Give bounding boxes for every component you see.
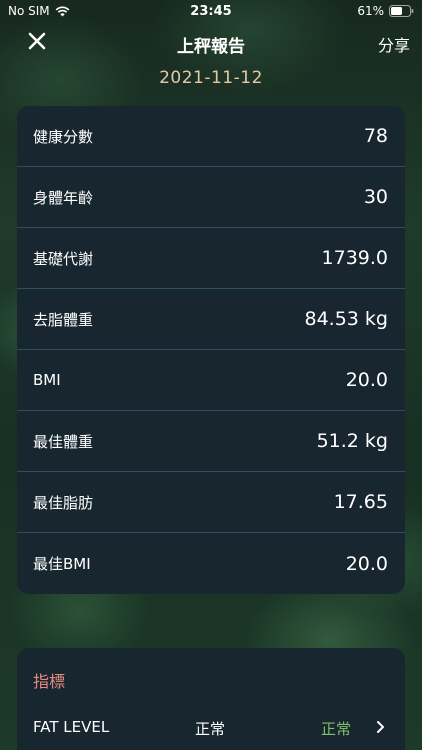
- metric-value: 84.53 kg: [304, 308, 389, 330]
- metric-value: 1739.0: [321, 247, 388, 269]
- metric-row-bmr: 基礎代謝 1739.0: [17, 228, 405, 289]
- metric-label: 基礎代謝: [33, 249, 94, 268]
- indicators-title: 指標: [33, 672, 66, 691]
- metric-label: 最佳脂肪: [33, 493, 94, 512]
- metrics-card: 健康分數 78 身體年齡 30 基礎代謝 1739.0 去脂體重 84.53 k…: [17, 106, 405, 594]
- metric-row-body-age: 身體年齡 30: [17, 167, 405, 228]
- metric-label: 身體年齡: [33, 188, 94, 207]
- metric-label: BMI: [33, 371, 61, 389]
- metric-row-lean-mass: 去脂體重 84.53 kg: [17, 289, 405, 350]
- metric-value: 30: [363, 186, 388, 208]
- metric-label: 最佳體重: [33, 432, 94, 451]
- metric-value: 17.65: [333, 491, 388, 513]
- metric-value: 78: [363, 125, 388, 147]
- metric-row-ideal-weight: 最佳體重 51.2 kg: [17, 411, 405, 472]
- metric-row-bmi: BMI 20.0: [17, 350, 405, 411]
- metric-value: 51.2 kg: [316, 430, 388, 452]
- share-button[interactable]: 分享: [378, 32, 410, 56]
- indicator-status: 正常: [321, 720, 352, 738]
- metric-row-health-score: 健康分數 78: [17, 106, 405, 167]
- indicators-card: 指標 FAT LEVEL 正常 正常: [17, 648, 405, 750]
- page-title: 上秤報告: [177, 37, 245, 57]
- indicator-description: 正常: [195, 720, 226, 738]
- battery-icon: [389, 5, 414, 17]
- battery-status: 61%: [357, 4, 414, 18]
- report-date: 2021-11-12: [159, 68, 263, 88]
- indicator-row-fat-level[interactable]: FAT LEVEL 正常 正常: [17, 716, 405, 740]
- metric-row-ideal-bmi: 最佳BMI 20.0: [17, 533, 405, 594]
- metric-label: 健康分數: [33, 127, 94, 146]
- metric-label: 最佳BMI: [33, 555, 91, 573]
- battery-percent: 61%: [357, 4, 384, 18]
- status-bar: No SIM 23:45 61%: [0, 0, 422, 22]
- metric-label: 去脂體重: [33, 310, 94, 329]
- chevron-right-icon: [376, 719, 385, 738]
- indicator-label: FAT LEVEL: [33, 718, 110, 736]
- metric-value: 20.0: [345, 369, 388, 391]
- metric-row-ideal-fat: 最佳脂肪 17.65: [17, 472, 405, 533]
- metric-value: 20.0: [345, 552, 388, 575]
